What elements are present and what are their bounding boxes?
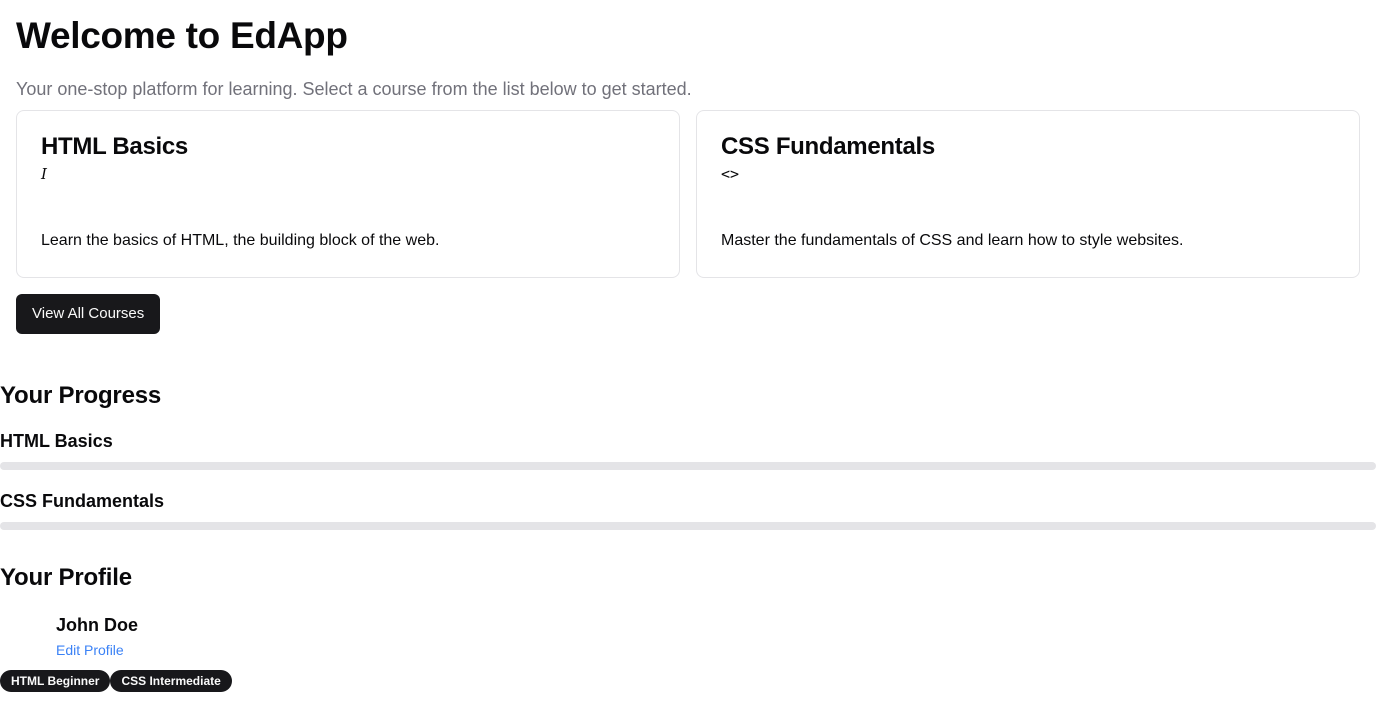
profile-name: John Doe <box>56 615 139 635</box>
progress-label: HTML Basics <box>0 431 113 451</box>
progress-bar <box>0 522 1376 530</box>
progress-item-css-fundamentals: CSS Fundamentals <box>0 490 1376 530</box>
progress-item-html-basics: HTML Basics <box>0 430 1376 470</box>
progress-section: Your Progress HTML Basics CSS Fundamenta… <box>0 382 1376 530</box>
profile-badges: HTML Beginner CSS Intermediate <box>0 670 1376 692</box>
profile-section-title: Your Profile <box>0 564 132 591</box>
code-icon: <> <box>721 165 740 183</box>
view-all-courses-button[interactable]: View All Courses <box>16 294 161 334</box>
course-card-description: Learn the basics of HTML, the building b… <box>41 232 440 249</box>
edit-profile-link[interactable]: Edit Profile <box>56 641 124 659</box>
course-card-description: Master the fundamentals of CSS and learn… <box>721 232 1184 249</box>
course-card-title: CSS Fundamentals <box>721 133 935 160</box>
badge: HTML Beginner <box>0 670 111 692</box>
page-subtitle: Your one-stop platform for learning. Sel… <box>16 79 692 99</box>
course-cards: HTML Basics I Learn the basics of HTML, … <box>16 110 1360 278</box>
profile-section: Your Profile John Doe Edit Profile HTML … <box>0 564 1376 692</box>
course-card-html-basics[interactable]: HTML Basics I Learn the basics of HTML, … <box>16 110 680 278</box>
course-card-css-fundamentals[interactable]: CSS Fundamentals <> Master the fundament… <box>696 110 1360 278</box>
course-card-title: HTML Basics <box>41 133 188 160</box>
progress-section-title: Your Progress <box>0 382 162 409</box>
hero-section: Welcome to EdApp Your one-stop platform … <box>0 0 1376 334</box>
badge: CSS Intermediate <box>110 670 232 692</box>
text-cursor-icon: I <box>41 165 47 183</box>
profile-info: John Doe Edit Profile <box>0 614 1376 660</box>
progress-label: CSS Fundamentals <box>0 491 165 511</box>
progress-bar <box>0 462 1376 470</box>
page-title: Welcome to EdApp <box>16 15 348 56</box>
